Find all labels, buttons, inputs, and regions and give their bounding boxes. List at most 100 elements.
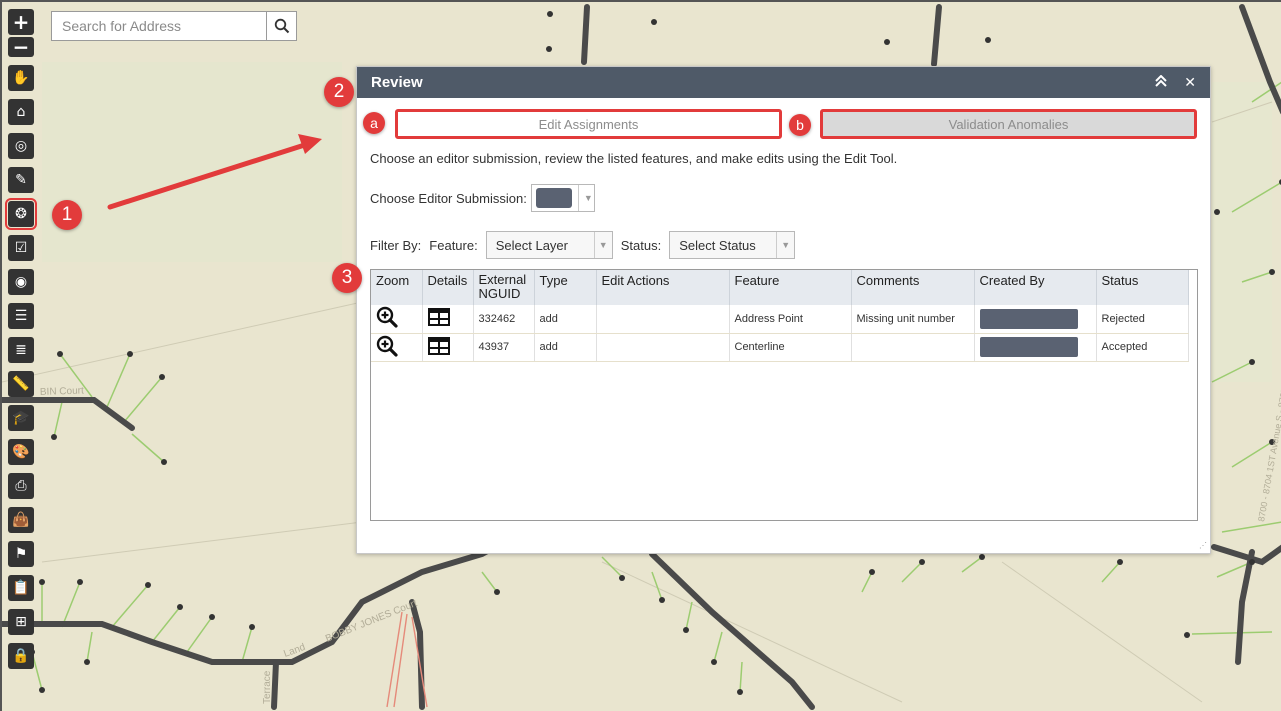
symbology-button[interactable]: 🎨 <box>8 439 34 465</box>
clipboard-button[interactable]: 📋 <box>8 575 34 601</box>
bag-icon: 👜 <box>12 512 30 528</box>
home-icon: ⌂ <box>16 104 26 120</box>
redacted-value <box>535 188 572 208</box>
print-button[interactable]: ⎙ <box>8 473 34 499</box>
type-cell: add <box>534 333 597 362</box>
tab-validation-anomalies[interactable]: Validation Anomalies <box>820 109 1197 139</box>
details-cell[interactable] <box>422 305 474 334</box>
created-by-cell <box>974 333 1097 362</box>
map-street-label: BIN Court <box>40 385 84 398</box>
column-header[interactable]: Feature <box>729 270 852 305</box>
created-by-cell <box>974 305 1097 334</box>
feature-select-value: Select Layer <box>495 237 568 253</box>
home-button[interactable]: ⌂ <box>8 99 34 125</box>
streetview-icon: ⚑ <box>14 546 28 562</box>
legend-button[interactable]: ≣ <box>8 337 34 363</box>
details-cell[interactable] <box>422 333 474 362</box>
panel-header: Review ✕ <box>357 67 1210 98</box>
comments-cell: Missing unit number <box>851 305 975 334</box>
nguid-cell: 43937 <box>473 333 535 362</box>
zoom-in-button[interactable]: + <box>8 9 34 35</box>
panel-title: Review <box>371 74 423 91</box>
edit-actions-cell <box>596 333 730 362</box>
zoom-in-icon[interactable] <box>376 335 398 357</box>
table-row[interactable]: 43937 add Centerline Accepted <box>371 333 1189 362</box>
grid-button[interactable]: ⊞ <box>8 609 34 635</box>
pan-button[interactable]: ✋ <box>8 65 34 91</box>
column-header[interactable]: Edit Actions <box>596 270 730 305</box>
callout-3: 3 <box>332 263 362 293</box>
redacted-value <box>979 337 1078 357</box>
callout-a: a <box>363 112 385 134</box>
edit-icon: ✎ <box>15 172 27 188</box>
column-header[interactable]: Zoom <box>371 270 423 305</box>
table-header-row: Zoom Details External NGUID Type Edit Ac… <box>371 270 1189 305</box>
status-select[interactable]: Select Status ▼ <box>669 231 796 259</box>
comments-cell <box>851 333 975 362</box>
callout-2: 2 <box>324 77 354 107</box>
edit-assignments-table: Zoom Details External NGUID Type Edit Ac… <box>370 269 1198 521</box>
filter-row: Filter By: Feature: Select Layer ▼ Statu… <box>370 231 796 259</box>
column-header[interactable]: External NGUID <box>473 270 535 305</box>
user-check-button[interactable]: ☑ <box>8 235 34 261</box>
education-button[interactable]: 🎓 <box>8 405 34 431</box>
map-street-label: BOBBY JONES Court <box>324 598 419 645</box>
feature-cell: Address Point <box>729 305 852 334</box>
address-search <box>51 11 297 41</box>
table-icon[interactable] <box>427 336 450 355</box>
redacted-value <box>979 308 1078 329</box>
type-cell: add <box>534 305 597 334</box>
editor-submission-select[interactable]: ▼ <box>530 184 595 212</box>
visibility-button[interactable]: ◉ <box>8 269 34 295</box>
column-header[interactable]: Created By <box>974 270 1097 305</box>
callout-1: 1 <box>52 200 82 230</box>
hand-icon: ✋ <box>12 70 30 86</box>
choose-submission-label: Choose Editor Submission: <box>370 190 527 206</box>
print-icon: ⎙ <box>15 478 27 494</box>
bag-button[interactable]: 👜 <box>8 507 34 533</box>
zoom-cell[interactable] <box>371 333 423 362</box>
double-chevron-up-icon <box>1155 74 1167 87</box>
chevron-down-icon: ▼ <box>577 185 593 211</box>
tab-edit-assignments[interactable]: Edit Assignments <box>395 109 782 139</box>
measure-button[interactable]: 📏 <box>8 371 34 397</box>
zoom-out-button[interactable]: − <box>8 35 34 59</box>
edit-button[interactable]: ✎ <box>8 167 34 193</box>
status-cell: Rejected <box>1096 305 1189 334</box>
map-toolbar: + − ✋ ⌂ ◎ ✎ ❂ ☑ ◉ ☰ ≣ 📏 🎓 🎨 ⎙ 👜 ⚑ 📋 ⊞ 🔒 <box>5 9 37 677</box>
eye-pin-icon: ◉ <box>14 274 28 290</box>
review-button[interactable]: ❂ <box>5 198 37 230</box>
search-button[interactable] <box>266 12 296 40</box>
review-icon: ❂ <box>15 206 27 222</box>
status-label: Status: <box>620 237 662 253</box>
column-header[interactable]: Details <box>422 270 474 305</box>
locate-button[interactable]: ◎ <box>8 133 34 159</box>
intro-text: Choose an editor submission, review the … <box>370 151 898 166</box>
streetview-button[interactable]: ⚑ <box>8 541 34 567</box>
zoom-cell[interactable] <box>371 305 423 334</box>
table-icon[interactable] <box>427 308 450 327</box>
resize-handle-icon[interactable]: ⋰ <box>1199 541 1207 550</box>
lock-user-icon: 🔒 <box>12 648 30 664</box>
map-street-label: Terrace <box>262 670 273 704</box>
column-header[interactable]: Comments <box>851 270 975 305</box>
search-icon <box>274 18 289 34</box>
status-select-value: Select Status <box>679 237 756 253</box>
table-row[interactable]: 332462 add Address Point Missing unit nu… <box>371 305 1189 334</box>
feature-select[interactable]: Select Layer ▼ <box>485 231 613 259</box>
search-input[interactable] <box>52 12 266 40</box>
editor-submission-row: Choose Editor Submission: ▼ <box>370 184 595 212</box>
palette-icon: 🎨 <box>12 444 30 460</box>
collapse-button[interactable] <box>1154 74 1168 91</box>
feature-cell: Centerline <box>729 333 852 362</box>
layers-button[interactable]: ☰ <box>8 303 34 329</box>
column-header[interactable]: Status <box>1096 270 1189 305</box>
nguid-cell: 332462 <box>473 305 535 334</box>
close-button[interactable]: ✕ <box>1184 75 1196 91</box>
zoom-in-icon[interactable] <box>376 306 398 328</box>
lock-user-button[interactable]: 🔒 <box>8 643 34 669</box>
status-cell: Accepted <box>1096 333 1189 362</box>
layers-icon: ☰ <box>14 308 28 324</box>
column-header[interactable]: Type <box>534 270 597 305</box>
ruler-icon: 📏 <box>12 376 30 392</box>
